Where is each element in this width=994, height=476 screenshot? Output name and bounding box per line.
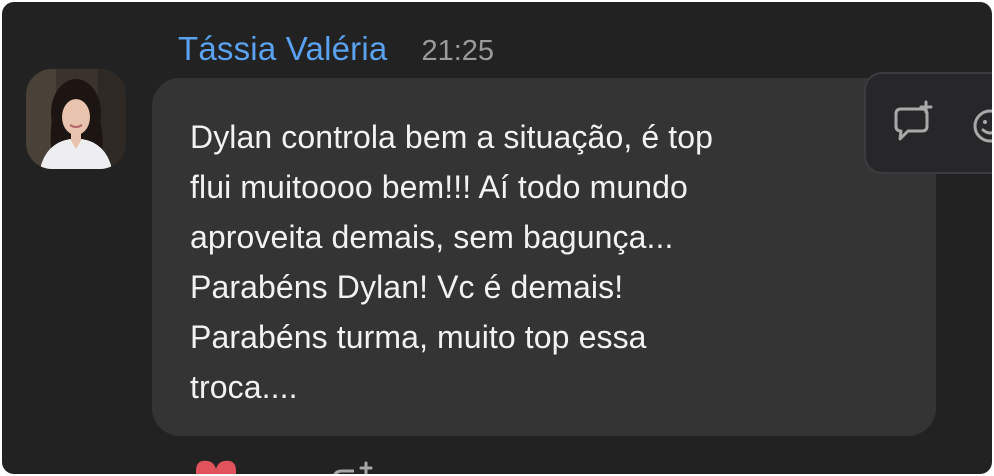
- add-reaction-icon: [973, 109, 992, 143]
- sender-name[interactable]: Tássia Valéria: [178, 30, 387, 68]
- message-bubble[interactable]: Dylan controla bem a situação, é top flu…: [152, 78, 936, 436]
- add-comment-button[interactable]: [886, 96, 942, 152]
- chat-window: Tássia Valéria 21:25 Dylan controla bem …: [2, 2, 992, 474]
- avatar-photo: [26, 69, 126, 169]
- message-header: Tássia Valéria 21:25: [178, 30, 494, 68]
- reactions-row: [182, 457, 422, 474]
- heart-icon[interactable]: [196, 460, 236, 474]
- message-actions-toolbar: [864, 72, 992, 174]
- message-text: Dylan controla bem a situação, é top flu…: [190, 119, 714, 405]
- add-reaction-button[interactable]: [962, 96, 992, 152]
- message-timestamp: 21:25: [421, 35, 495, 67]
- avatar[interactable]: [26, 69, 126, 169]
- add-comment-icon: [894, 100, 933, 141]
- add-comment-icon[interactable]: [333, 461, 373, 474]
